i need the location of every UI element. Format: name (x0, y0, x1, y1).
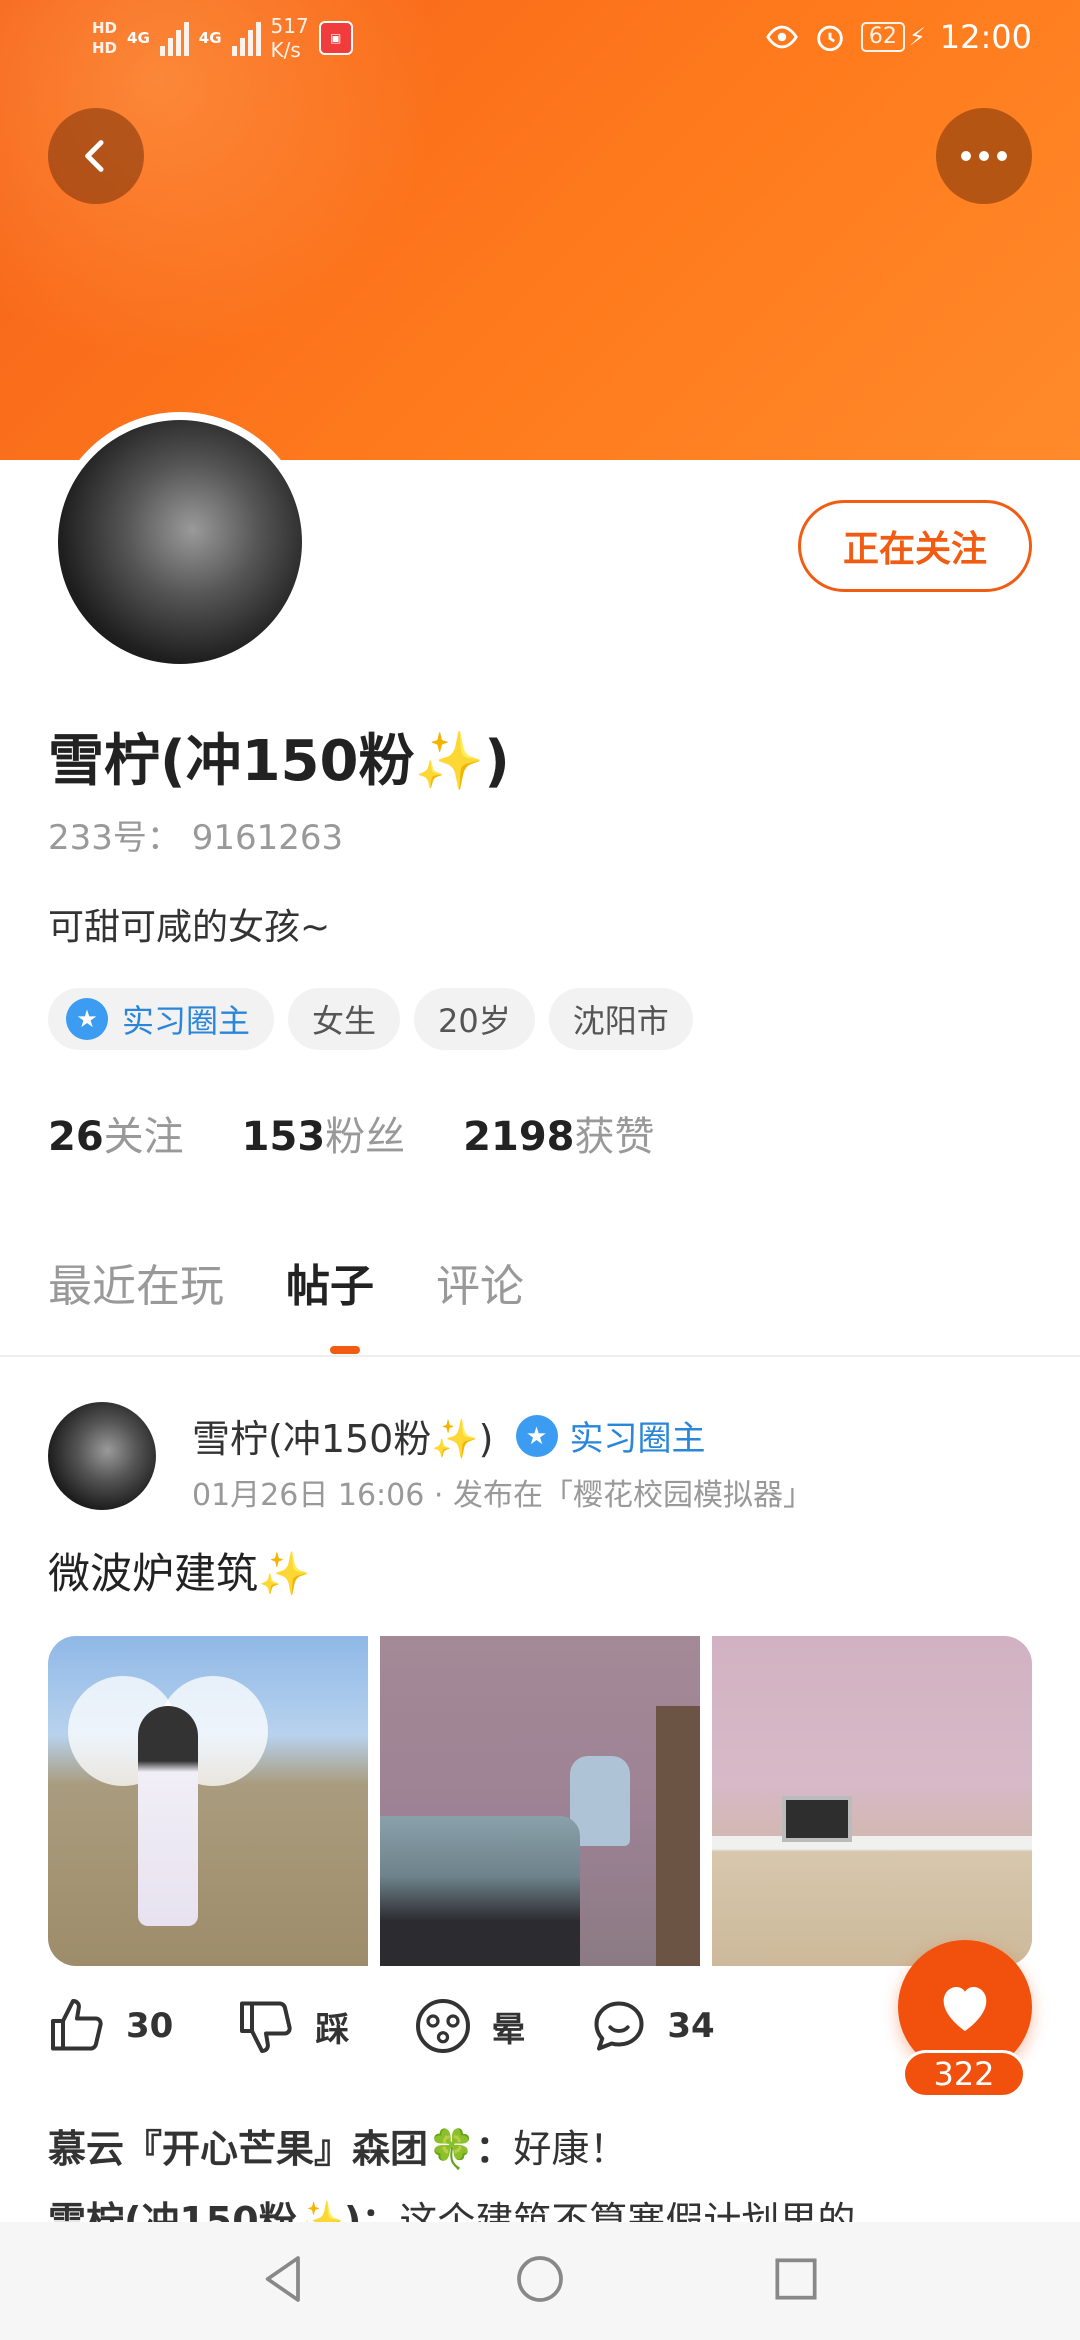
tab-comments[interactable]: 评论 (436, 1250, 524, 1314)
profile-avatar[interactable] (50, 412, 310, 672)
tab-recent[interactable]: 最近在玩 (48, 1250, 224, 1314)
tab-active-indicator (330, 1346, 360, 1354)
tag-city: 沈阳市 (548, 988, 693, 1050)
stat-likes: 2198获赞 (463, 1104, 654, 1162)
post-author-avatar-image (48, 1402, 156, 1510)
post-author-row: 雪柠(冲150粉✨) ★ 实习圈主 (192, 1408, 706, 1463)
post-author-role: ★ 实习圈主 (515, 1411, 706, 1460)
circle-home-icon (517, 2256, 563, 2302)
hd-bottom: HD (92, 39, 118, 57)
dizzy-face-icon (416, 1999, 471, 2053)
system-nav-bar (0, 2222, 1080, 2340)
bed-shape (380, 1816, 580, 1966)
tag-role[interactable]: ★ 实习圈主 (48, 988, 275, 1050)
fans-count: 153 (241, 1114, 326, 1160)
more-options-button[interactable] (936, 108, 1032, 204)
profile-tags: ★ 实习圈主 女生 20岁 沈阳市 (48, 988, 693, 1050)
nav-back-button[interactable] (256, 2251, 312, 2311)
post-actions: 30 踩 晕 34 (48, 1996, 715, 2056)
tag-gender: 女生 (288, 988, 401, 1050)
tabs-divider (0, 1355, 1080, 1357)
post-author-avatar[interactable] (48, 1402, 156, 1510)
like-count: 30 (126, 2006, 174, 2046)
hd-top: HD (92, 19, 118, 37)
thumbs-down-icon (240, 2001, 292, 2053)
comment-user[interactable]: 慕云『开心芒果』森团🍀： (48, 2127, 513, 2171)
post-images (48, 1636, 1032, 1966)
comment-bubble-icon (594, 2001, 644, 2051)
dislike-label: 踩 (315, 2009, 350, 2050)
net-type-2: 4G (198, 29, 222, 47)
alarm-icon (817, 25, 843, 52)
net-speed-value: 517 (270, 14, 309, 38)
comment-item[interactable]: 慕云『开心芒果』森团🍀：好康！ (48, 2118, 627, 2173)
comment-button[interactable]: 34 (589, 1996, 715, 2056)
stat-following[interactable]: 26关注 (48, 1104, 184, 1162)
comment-count: 34 (667, 2006, 715, 2046)
status-left: HD HD 4G 4G 517 K/s ▣ (92, 14, 353, 62)
tag-age: 20岁 (414, 988, 535, 1050)
profile-avatar-image (58, 420, 302, 664)
status-bar: HD HD 4G 4G 517 K/s ▣ 62 ⚡ 12:00 (0, 0, 1080, 80)
star-badge-icon: ★ (66, 998, 108, 1040)
back-arrow-icon (85, 140, 104, 172)
thumbs-up-icon (51, 1999, 103, 2051)
heart-icon (943, 1987, 987, 2031)
fans-label: 粉丝 (325, 1114, 406, 1160)
triangle-back-icon (265, 2256, 300, 2302)
app-notification-icon: ▣ (318, 21, 353, 55)
battery-indicator: 62 ⚡ (860, 22, 926, 52)
following-button[interactable]: 正在关注 (798, 500, 1032, 592)
hd-indicator: HD HD (92, 18, 117, 58)
charging-icon: ⚡ (908, 23, 926, 51)
tab-posts[interactable]: 帖子 (286, 1250, 374, 1314)
clock: 12:00 (939, 18, 1032, 56)
eye-icon (766, 25, 798, 49)
likes-label: 获赞 (574, 1114, 655, 1160)
post-title[interactable]: 微波炉建筑✨ (48, 1540, 310, 1601)
post-image-2[interactable] (380, 1636, 700, 1966)
star-badge-icon: ★ (515, 1414, 558, 1457)
following-label: 关注 (103, 1114, 184, 1160)
square-recents-icon (775, 2258, 817, 2300)
comment-text: 好康！ (513, 2127, 628, 2171)
signal-icon (159, 20, 189, 56)
heart-count: 322 (902, 2050, 1026, 2098)
post-image-1[interactable] (48, 1636, 368, 1966)
nav-recents-button[interactable] (768, 2251, 824, 2311)
likes-count: 2198 (463, 1114, 575, 1160)
back-button[interactable] (48, 108, 144, 204)
signal-icon-2 (231, 20, 261, 56)
post-image-3[interactable] (712, 1636, 1032, 1966)
microwave-shape (782, 1796, 852, 1842)
angel-figure (138, 1706, 198, 1926)
net-speed: 517 K/s (271, 14, 309, 62)
post-author-name[interactable]: 雪柠(冲150粉✨) (192, 1408, 494, 1463)
profile-tabs: 最近在玩 帖子 评论 (48, 1250, 524, 1314)
more-dots-icon (961, 151, 1007, 161)
net-type: 4G (127, 29, 150, 47)
battery-level: 62 (860, 22, 905, 52)
following-count: 26 (48, 1114, 104, 1160)
dizzy-label: 晕 (491, 2009, 526, 2050)
dizzy-button[interactable]: 晕 (413, 1996, 525, 2056)
profile-uid: 233号： 9161263 (48, 818, 344, 858)
stat-fans[interactable]: 153粉丝 (242, 1104, 406, 1162)
post-author-role-label: 实习圈主 (569, 1419, 706, 1459)
net-speed-unit: K/s (270, 38, 301, 62)
wardrobe-shape (656, 1706, 700, 1966)
nav-home-button[interactable] (512, 2251, 568, 2311)
profile-bio: 可甜可咸的女孩~ (48, 907, 331, 948)
post-meta: 01月26日 16:06 · 发布在「樱花校园模拟器」 (192, 1478, 813, 1513)
status-right: 62 ⚡ 12:00 (765, 18, 1032, 56)
profile-stats: 26关注 153粉丝 2198获赞 (48, 1104, 655, 1162)
dislike-button[interactable]: 踩 (237, 1996, 349, 2056)
profile-name: 雪柠(冲150粉✨) (48, 729, 510, 794)
tag-role-label: 实习圈主 (122, 1002, 251, 1040)
like-button[interactable]: 30 (48, 1996, 173, 2056)
